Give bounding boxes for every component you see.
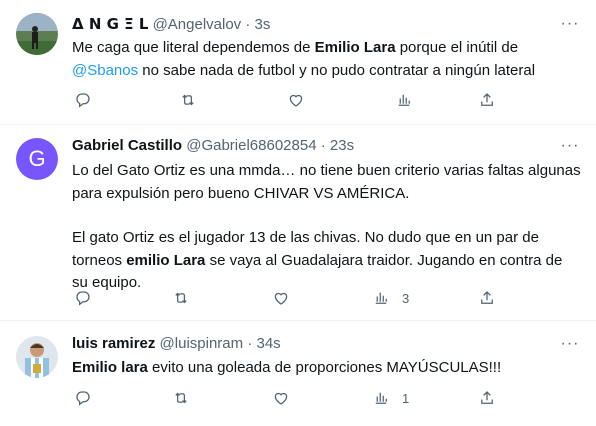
avatar[interactable] — [16, 336, 58, 378]
timestamp[interactable]: 34s — [256, 335, 280, 352]
mention-link[interactable]: @Sbanos — [72, 62, 138, 79]
reply-icon — [76, 93, 90, 108]
text-paragraph: Lo del Gato Ortiz es una mmda… no tiene … — [72, 162, 581, 202]
handle[interactable]: @Gabriel68602854 — [186, 137, 316, 154]
separator-dot: · — [320, 137, 326, 154]
retweet-icon — [182, 94, 194, 106]
share-icon — [481, 291, 493, 304]
reply-icon — [76, 291, 90, 306]
avatar-letter: G — [28, 146, 46, 171]
share-icon — [481, 391, 493, 404]
tweet[interactable]: luis ramirez @luispinram · 34s ··· Emili… — [0, 320, 596, 426]
views-count: 3 — [402, 290, 410, 306]
views-icon — [398, 94, 410, 106]
tweet-text: Emilio lara evito una goleada de proporc… — [72, 357, 582, 380]
reply-icon — [76, 391, 90, 406]
reply-button[interactable] — [74, 388, 92, 408]
share-icon — [481, 93, 493, 106]
text-bold: Emilio Lara — [314, 39, 396, 56]
reply-button[interactable] — [74, 90, 92, 110]
retweet-button[interactable] — [179, 90, 197, 110]
more-icon[interactable]: ··· — [560, 15, 580, 38]
retweet-button[interactable] — [172, 288, 190, 308]
action-bar — [72, 90, 512, 110]
text-part: Me caga que literal dependemos de — [72, 39, 315, 56]
timestamp[interactable]: 23s — [330, 137, 354, 154]
like-button[interactable] — [287, 90, 305, 110]
separator-dot: · — [247, 335, 253, 352]
more-label: ··· — [560, 137, 580, 154]
display-name[interactable]: Δ N G Ξ L — [72, 15, 148, 33]
text-part: evito una goleada de proporciones MAYÚSC… — [147, 359, 502, 376]
text-bold: Emilio lara — [72, 359, 148, 376]
separator-dot: · — [245, 16, 251, 33]
like-button[interactable] — [272, 288, 290, 308]
tweet-text: Me caga que literal dependemos de Emilio… — [72, 37, 582, 82]
text-bold: emilio Lara — [126, 251, 206, 269]
share-button[interactable] — [478, 388, 496, 408]
retweet-button[interactable] — [172, 388, 190, 408]
share-button[interactable] — [478, 90, 496, 110]
like-icon — [274, 392, 288, 405]
action-bar: 1 — [72, 388, 512, 408]
timestamp[interactable]: 3s — [255, 16, 271, 33]
views-icon — [375, 292, 387, 304]
like-icon — [289, 94, 303, 107]
action-bar: 3 — [72, 288, 512, 308]
views-icon — [375, 392, 387, 404]
retweet-icon — [175, 392, 187, 404]
reply-button[interactable] — [74, 288, 92, 308]
text-part: porque el inútil de — [395, 39, 519, 56]
share-button[interactable] — [478, 288, 496, 308]
display-name[interactable]: luis ramirez — [72, 335, 155, 352]
like-button[interactable] — [272, 388, 290, 408]
text-part: no sabe nada de futbol y no pudo contrat… — [138, 61, 536, 79]
more-label: ··· — [560, 15, 580, 32]
handle[interactable]: @luispinram — [160, 335, 244, 352]
more-icon[interactable]: ··· — [560, 137, 580, 160]
views-button[interactable] — [395, 90, 425, 110]
avatar[interactable] — [16, 13, 58, 55]
views-button[interactable]: 1 — [372, 388, 409, 408]
views-button[interactable]: 3 — [372, 288, 409, 308]
tweet[interactable]: G Gabriel Castillo @Gabriel68602854 · 23… — [0, 124, 596, 321]
avatar[interactable]: G — [16, 138, 58, 180]
retweet-icon — [175, 292, 187, 304]
more-icon[interactable]: ··· — [560, 335, 580, 358]
handle[interactable]: @Angelvalov — [153, 16, 242, 33]
like-icon — [274, 292, 288, 305]
tweet[interactable]: Δ N G Ξ L @Angelvalov · 3s ··· Me caga q… — [0, 0, 596, 125]
more-label: ··· — [560, 335, 580, 352]
tweet-text: Lo del Gato Ortiz es una mmda… no tiene … — [72, 160, 582, 295]
views-count: 1 — [402, 390, 410, 406]
display-name[interactable]: Gabriel Castillo — [72, 137, 182, 154]
tweet-header: Gabriel Castillo @Gabriel68602854 · 23s — [72, 136, 354, 156]
tweet-header: luis ramirez @luispinram · 34s — [72, 334, 281, 354]
tweet-header: Δ N G Ξ L @Angelvalov · 3s — [72, 14, 270, 35]
